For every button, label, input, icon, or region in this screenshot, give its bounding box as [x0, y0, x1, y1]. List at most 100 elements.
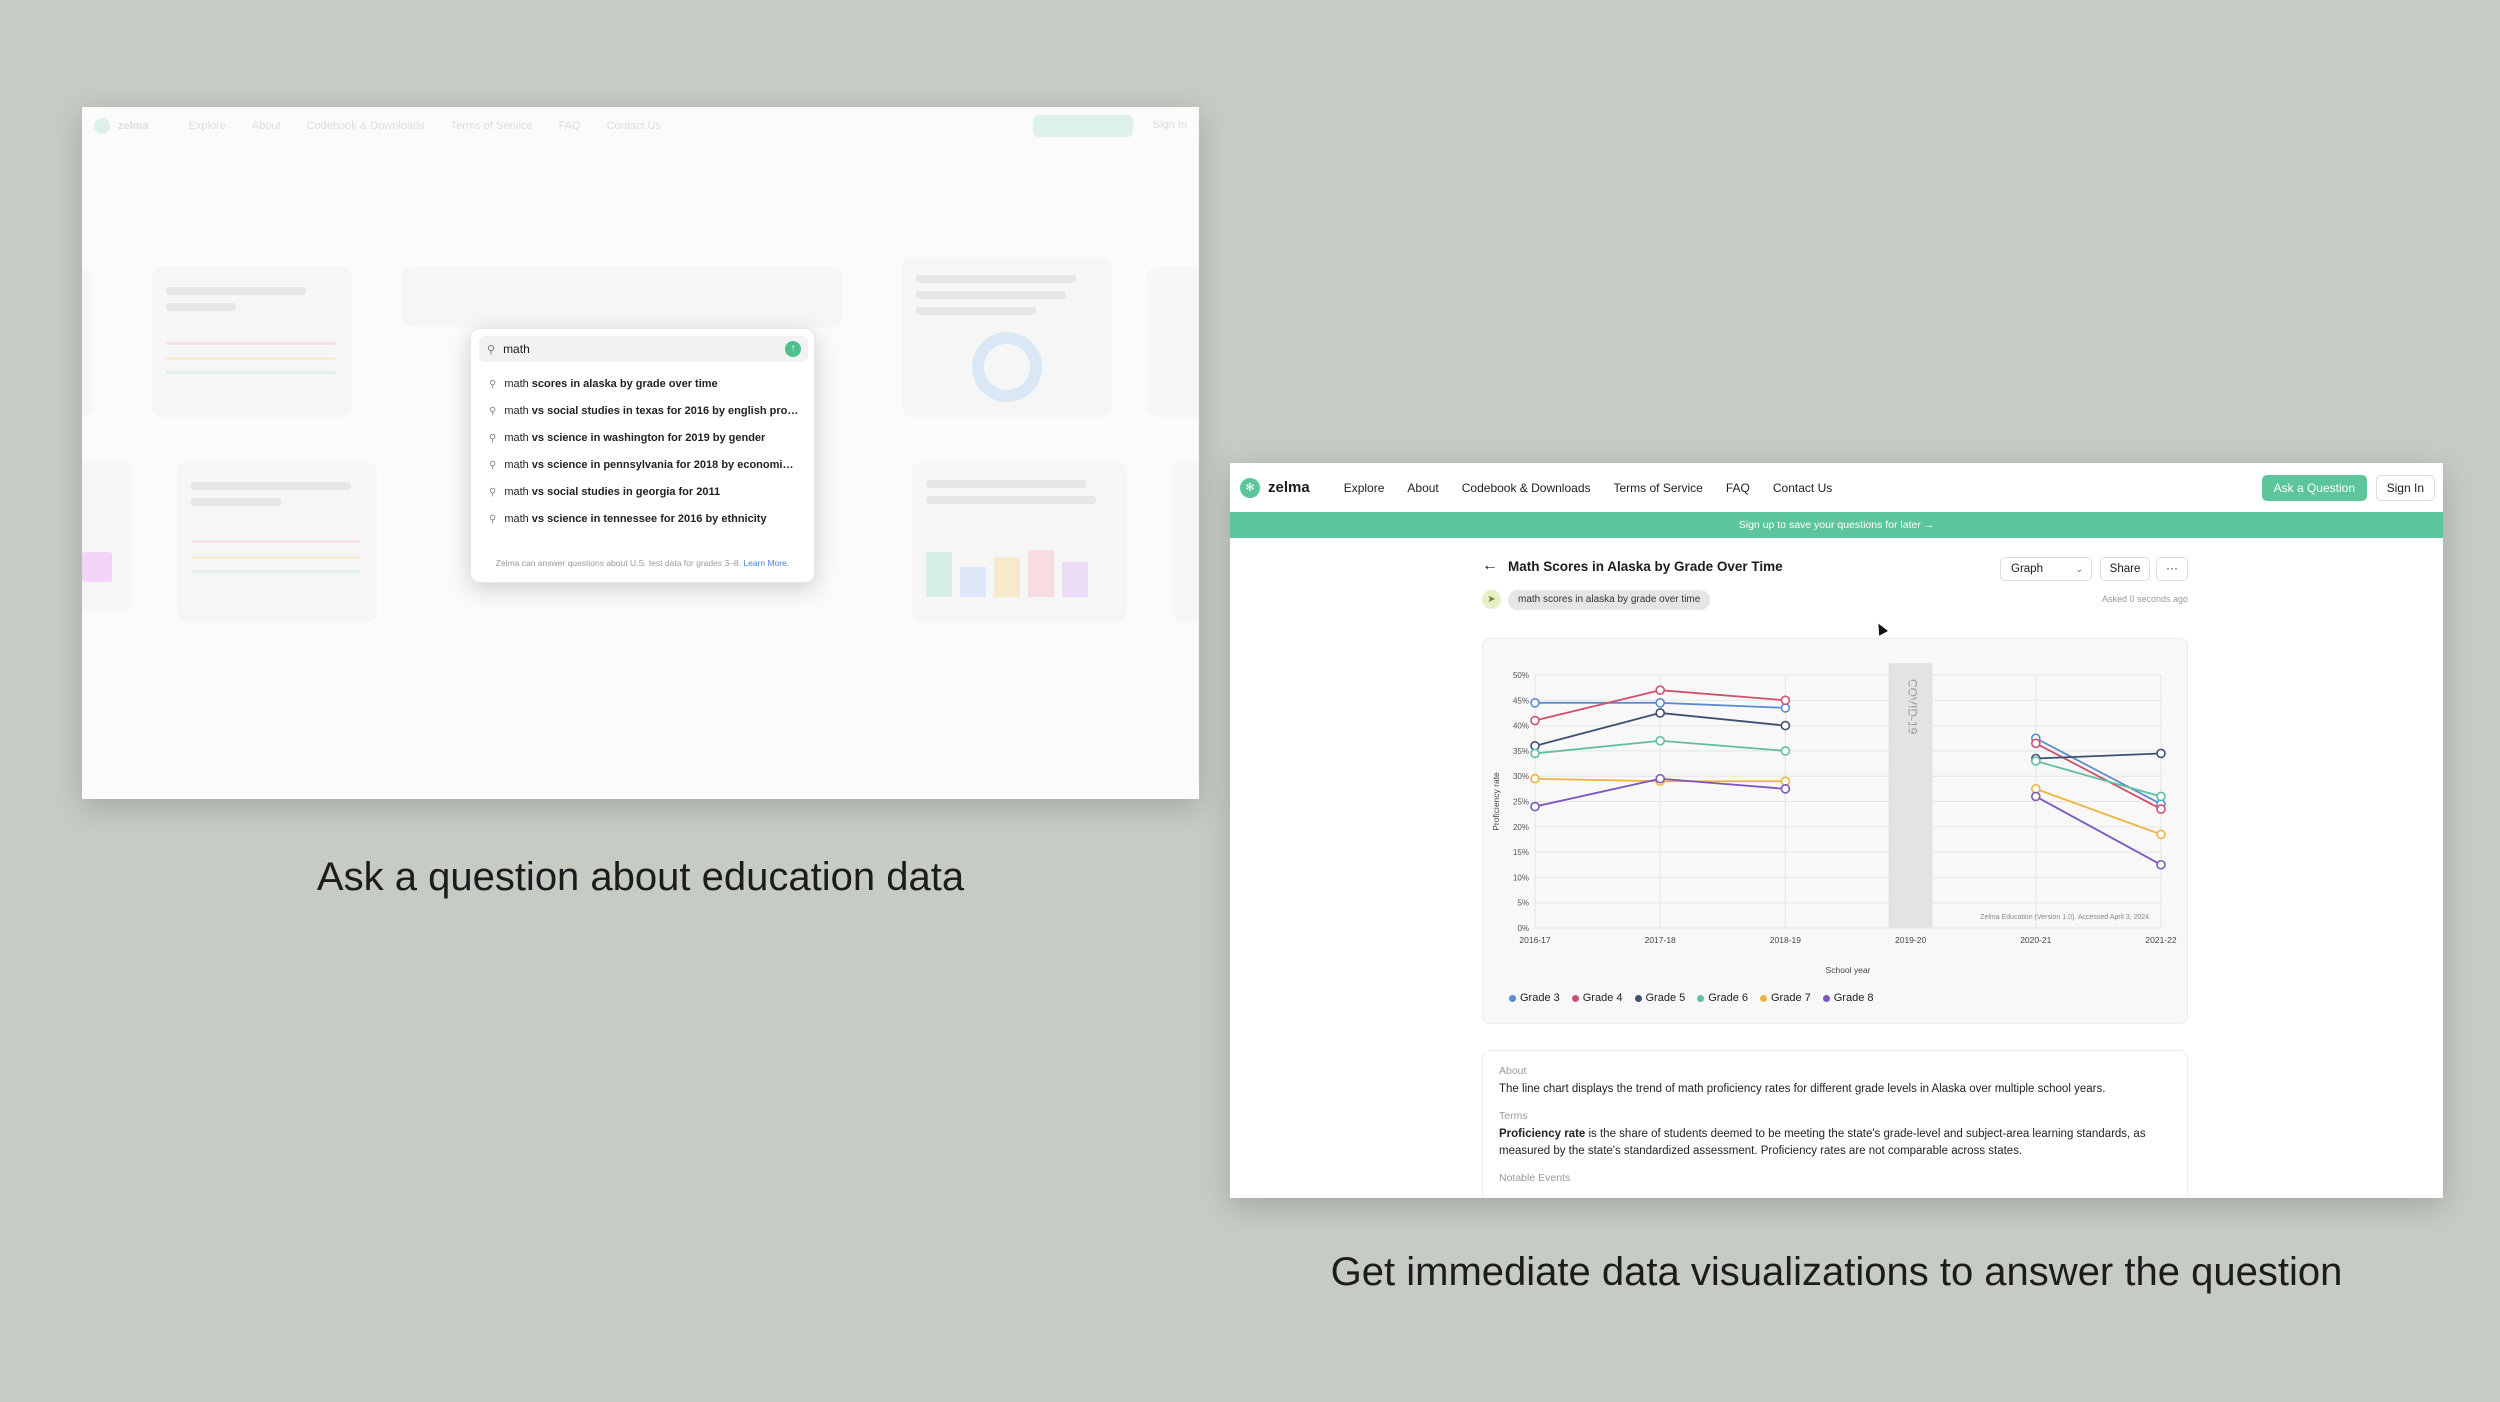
suggestion-item[interactable]: ⚲ math vs science in pennsylvania for 2018…	[489, 459, 799, 471]
y-tick-label: 5%	[1517, 899, 1529, 908]
user-query-pill: math scores in alaska by grade over time	[1508, 590, 1711, 610]
data-point	[1655, 708, 1665, 718]
result-screenshot: ✻ zelma Explore About Codebook & Downloa…	[1230, 463, 2443, 1198]
y-tick-label: 0%	[1517, 924, 1529, 933]
legend-item[interactable]: Grade 8	[1822, 992, 1874, 1004]
y-tick-label: 10%	[1513, 873, 1529, 882]
back-arrow-icon[interactable]: ←	[1482, 557, 1498, 575]
caption-right: Get immediate data visualizations to ans…	[1330, 1250, 2343, 1294]
chart-legend: Grade 3 Grade 4 Grade 5 Grade 6 Grade 7 Grade…	[1509, 992, 1886, 1004]
x-tick-label: 2021-22	[2145, 935, 2176, 945]
nav-link-codebook[interactable]: Codebook & Downloads	[307, 120, 425, 132]
suggestion-item[interactable]: ⚲ math scores in alaska by grade over time	[489, 378, 799, 390]
data-point	[1780, 695, 1791, 706]
nav-link-about[interactable]: About	[1407, 481, 1438, 495]
suggestion-item[interactable]: ⚲ math vs social studies in texas for 2016…	[489, 405, 799, 417]
nav-link-terms[interactable]: Terms of Service	[451, 120, 533, 132]
legend-item[interactable]: Grade 6	[1697, 992, 1748, 1004]
y-tick-label: 30%	[1513, 772, 1529, 781]
sign-in-link[interactable]: Sign In	[1153, 119, 1187, 131]
data-point	[2156, 791, 2166, 802]
share-button[interactable]: Share	[2100, 557, 2150, 581]
suggestion-item[interactable]: ⚲ math vs social studies in georgia for 20…	[489, 486, 799, 498]
series-line	[2035, 788, 2162, 836]
nav-link-contact[interactable]: Contact Us	[607, 120, 661, 132]
covid-band-label: COVID-19	[1906, 679, 1920, 735]
nav-link-faq[interactable]: FAQ	[559, 120, 581, 132]
legend-label: Grade 3	[1520, 992, 1560, 1004]
about-heading: About	[1499, 1065, 1527, 1077]
data-point	[1780, 720, 1791, 731]
ask-question-button[interactable]	[1033, 115, 1133, 137]
legend-swatch	[1822, 994, 1830, 1002]
data-point	[1530, 773, 1540, 784]
search-input[interactable]: ⚲ math ↑	[479, 336, 808, 362]
zelma-logo-icon[interactable]: ✻	[1240, 477, 1260, 498]
search-icon: ⚲	[489, 513, 497, 525]
search-icon: ⚲	[489, 378, 497, 390]
nav-link-faq[interactable]: FAQ	[1726, 481, 1750, 495]
modal-footer: Zelma can answer questions about U.S. te…	[495, 558, 790, 568]
x-tick-label: 2018-19	[1770, 935, 1801, 945]
background-card	[1147, 267, 1199, 417]
background-card	[152, 267, 352, 417]
suggestion-item[interactable]: ⚲ math vs science in tennessee for 2016 by…	[489, 513, 799, 525]
brand-name[interactable]: zelma	[1268, 479, 1310, 496]
legend-item[interactable]: Grade 4	[1571, 992, 1623, 1004]
data-point	[2156, 748, 2166, 759]
data-point	[2030, 738, 2041, 749]
learn-more-link[interactable]: Learn More.	[743, 558, 789, 568]
nav-link-explore[interactable]: Explore	[189, 120, 226, 132]
legend-label: Grade 4	[1582, 992, 1623, 1004]
nav-link-contact[interactable]: Contact Us	[1773, 481, 1832, 495]
data-point	[1655, 735, 1665, 746]
background-card	[177, 462, 377, 622]
y-tick-label: 15%	[1513, 848, 1529, 857]
caption-left: Ask a question about education data	[316, 855, 965, 899]
legend-swatch	[1760, 994, 1767, 1002]
background-card	[82, 462, 132, 612]
legend-item[interactable]: Grade 3	[1509, 992, 1560, 1004]
y-axis-label: Proficiency rate	[1491, 772, 1501, 831]
asked-timestamp: Asked 0 seconds ago	[2101, 594, 2188, 604]
chevron-down-icon: ⌄	[2075, 564, 2083, 574]
question-title: Math Scores in Alaska by Grade Over Time	[1508, 559, 1783, 574]
faded-navbar: zelma Explore About Codebook & Downloads…	[82, 107, 1199, 145]
navbar: ✻ zelma Explore About Codebook & Downloa…	[1230, 463, 2443, 512]
view-select[interactable]: Graph ⌄	[2000, 557, 2092, 581]
mouse-cursor-icon	[1874, 621, 1888, 636]
background-card	[1172, 462, 1199, 622]
data-point	[2030, 791, 2041, 802]
legend-item[interactable]: Grade 5	[1634, 992, 1686, 1004]
y-tick-label: 20%	[1513, 823, 1529, 832]
submit-arrow-icon[interactable]: ↑	[785, 341, 801, 357]
nav-link-codebook[interactable]: Codebook & Downloads	[1462, 481, 1591, 495]
user-avatar: ➤	[1482, 590, 1501, 609]
suggestion-item[interactable]: ⚲ math vs science in washington for 2019 b…	[489, 432, 799, 444]
nav-link-about[interactable]: About	[252, 120, 281, 132]
data-point	[1530, 748, 1540, 759]
nav-link-explore[interactable]: Explore	[1344, 481, 1385, 495]
more-options-button[interactable]: ···	[2156, 557, 2188, 581]
source-note: Zelma Education (Version 1.0). Accessed …	[1980, 914, 2151, 921]
legend-label: Grade 8	[1833, 992, 1874, 1004]
legend-item[interactable]: Grade 7	[1760, 992, 1811, 1004]
about-text: The line chart displays the trend of mat…	[1499, 1083, 2106, 1095]
nav-link-terms[interactable]: Terms of Service	[1614, 481, 1703, 495]
zelma-logo-icon	[94, 118, 110, 134]
legend-label: Grade 7	[1771, 992, 1811, 1004]
ask-question-button[interactable]: Ask a Question	[2261, 475, 2367, 501]
data-point	[2156, 859, 2166, 870]
line-chart: COVID-19 0% 5% 10% 15% 20% 25% 30% 35% 40% 45% 50% 2…	[1491, 663, 2177, 975]
sign-in-button[interactable]: Sign In	[2375, 475, 2435, 501]
signup-banner[interactable]: Sign up to save your questions for later…	[1230, 512, 2443, 538]
x-tick-label: 2016-17	[1519, 935, 1550, 945]
terms-text: Proficiency rate is the share of student…	[1499, 1128, 2146, 1157]
x-tick-label: 2019-20	[1895, 935, 1926, 945]
search-screenshot: zelma Explore About Codebook & Downloads…	[82, 107, 1199, 799]
x-axis-label: School year	[1826, 965, 1871, 975]
about-card: About The line chart displays the trend …	[1482, 1050, 2188, 1198]
y-tick-label: 45%	[1513, 696, 1529, 705]
search-icon: ⚲	[489, 432, 497, 444]
legend-label: Grade 5	[1645, 992, 1686, 1004]
